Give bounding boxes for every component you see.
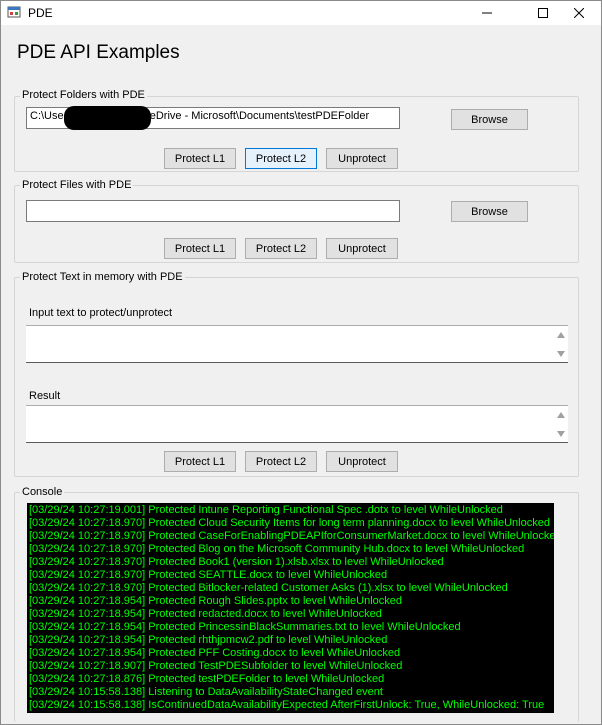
console-line: [03/29/24 10:27:19.001] Protected Intune… <box>29 504 503 516</box>
scroll-down-icon[interactable] <box>557 430 565 438</box>
console-line: [03/29/24 10:27:18.954] Protected PFF Co… <box>29 647 401 659</box>
console-line: [03/29/24 10:27:18.970] Protected SEATTL… <box>29 569 388 581</box>
app-icon <box>7 6 21 18</box>
file-unprotect-button[interactable]: Unprotect <box>326 238 398 259</box>
console-line: [03/29/24 10:27:18.970] Protected Book1 … <box>29 556 444 568</box>
scroll-up-icon[interactable] <box>557 331 565 339</box>
text-unprotect-button[interactable]: Unprotect <box>326 451 398 472</box>
console-line: [03/29/24 10:27:18.970] Protected Bitloc… <box>29 582 508 594</box>
folder-path-prefix: C:\Use <box>30 110 64 122</box>
console-line: [03/29/24 10:27:18.954] Protected Prince… <box>29 621 461 633</box>
app-window: PDE PDE API Examples Protect Folders wit… <box>0 0 602 725</box>
maximize-icon <box>538 8 548 18</box>
redaction-mark <box>64 106 151 130</box>
file-protect-l2-button[interactable]: Protect L2 <box>245 238 317 259</box>
console-output[interactable]: [03/29/24 10:27:19.001] Protected Intune… <box>27 503 554 713</box>
title-bar[interactable]: PDE <box>1 1 601 25</box>
close-button[interactable] <box>556 1 602 25</box>
files-group-label: Protect Files with PDE <box>20 179 134 191</box>
file-protect-l1-button[interactable]: Protect L1 <box>164 238 236 259</box>
folder-unprotect-button[interactable]: Unprotect <box>326 148 398 169</box>
console-line: [03/29/24 10:27:18.954] Protected rhthjp… <box>29 634 388 646</box>
close-icon <box>574 8 584 18</box>
scroll-down-icon[interactable] <box>557 350 565 358</box>
console-line: [03/29/24 10:27:18.970] Protected Blog o… <box>29 543 525 555</box>
result-label: Result <box>29 390 61 402</box>
console-group-label: Console <box>20 486 65 498</box>
minimize-button[interactable] <box>464 1 510 25</box>
file-browse-button[interactable]: Browse <box>451 201 528 222</box>
scroll-up-icon[interactable] <box>557 411 565 419</box>
console-line: [03/29/24 10:27:18.907] Protected TestPD… <box>29 660 403 672</box>
console-line: [03/29/24 10:15:58.138] Listening to Dat… <box>29 686 383 698</box>
window-title: PDE <box>28 6 53 20</box>
input-text-label: Input text to protect/unprotect <box>29 307 173 319</box>
folder-protect-l1-button[interactable]: Protect L1 <box>164 148 236 169</box>
file-path-input[interactable] <box>26 200 400 222</box>
text-protect-l1-button[interactable]: Protect L1 <box>164 451 236 472</box>
console-line: [03/29/24 10:27:18.970] Protected CaseFo… <box>29 530 554 542</box>
folder-path-suffix: neDrive - Microsoft\Documents\testPDEFol… <box>143 110 370 122</box>
console-line: [03/29/24 10:27:18.970] Protected Cloud … <box>29 517 550 529</box>
console-line: [03/29/24 10:15:58.138] IsContinuedDataA… <box>29 699 545 711</box>
page-title: PDE API Examples <box>17 42 180 63</box>
folder-protect-l2-button[interactable]: Protect L2 <box>245 148 317 169</box>
console-line: [03/29/24 10:27:18.954] Protected redact… <box>29 608 382 620</box>
input-text-area[interactable] <box>26 325 568 363</box>
folder-browse-button[interactable]: Browse <box>451 109 528 130</box>
console-line: [03/29/24 10:27:18.876] Protected testPD… <box>29 673 385 685</box>
text-group-label: Protect Text in memory with PDE <box>20 271 185 283</box>
folders-group-label: Protect Folders with PDE <box>20 89 147 101</box>
minimize-icon <box>482 12 492 14</box>
result-text-area[interactable] <box>26 405 568 443</box>
console-line: [03/29/24 10:27:18.954] Protected Rough … <box>29 595 403 607</box>
text-protect-l2-button[interactable]: Protect L2 <box>245 451 317 472</box>
